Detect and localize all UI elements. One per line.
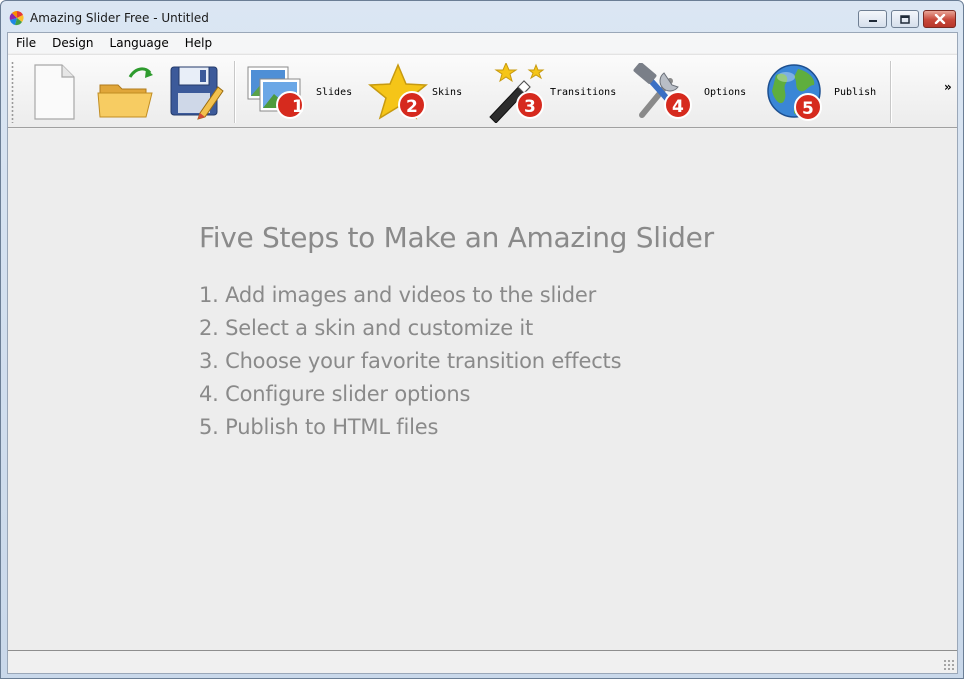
close-icon [934, 14, 945, 24]
skins-button[interactable]: 2 Skins [368, 63, 476, 123]
toolbar-separator [890, 61, 891, 123]
pinwheel-icon [9, 10, 24, 26]
step-badge-4: 4 [672, 97, 684, 117]
publish-label: Publish [834, 87, 877, 98]
menu-help[interactable]: Help [177, 33, 220, 53]
menu-design[interactable]: Design [44, 33, 101, 53]
app-window: Amazing Slider Free - Untitled File Desi… [0, 0, 964, 679]
globe-icon [767, 64, 822, 121]
step-badge-1: 1 [292, 97, 304, 117]
close-button[interactable] [923, 10, 956, 28]
step-badge-2: 2 [406, 97, 418, 117]
open-folder-icon [97, 67, 153, 118]
slides-label: Slides [316, 87, 353, 98]
menu-language[interactable]: Language [102, 33, 177, 53]
maximize-button[interactable] [891, 10, 919, 28]
options-button[interactable]: 4 Options [632, 63, 750, 123]
new-document-icon [34, 64, 75, 120]
list-item: 3. Choose your favorite transition effec… [199, 349, 622, 373]
welcome-heading: Five Steps to Make an Amazing Slider [199, 221, 714, 254]
title-bar[interactable]: Amazing Slider Free - Untitled [1, 1, 963, 34]
tools-icon [633, 63, 692, 119]
skins-label: Skins [432, 87, 463, 98]
step-badge-3: 3 [524, 97, 536, 117]
list-item: 4. Configure slider options [199, 382, 471, 406]
list-item: 2. Select a skin and customize it [199, 316, 534, 340]
step-badge-5: 5 [802, 99, 814, 119]
publish-button[interactable]: 5 Publish [764, 63, 880, 123]
minimize-button[interactable] [858, 10, 887, 28]
toolbar-overflow-chevron[interactable]: » [944, 80, 952, 94]
client-area: File Design Language Help 1 Slides 2 Ski… [7, 32, 958, 674]
toolbar-grip[interactable] [11, 61, 14, 123]
save-button[interactable] [168, 63, 224, 123]
toolbar: 1 Slides 2 Skins 3 Transitions 4 Options… [8, 54, 957, 128]
transitions-button[interactable]: 3 Transitions [484, 63, 620, 123]
magic-wand-icon [489, 63, 545, 123]
open-button[interactable] [96, 63, 156, 123]
menu-file[interactable]: File [8, 33, 44, 53]
transitions-label: Transitions [550, 87, 617, 98]
list-item: 5. Publish to HTML files [199, 415, 439, 439]
options-label: Options [704, 87, 747, 98]
welcome-panel: Five Steps to Make an Amazing Slider 1. … [8, 129, 957, 650]
steps-list: 1. Add images and videos to the slider 2… [199, 279, 622, 444]
status-bar [8, 650, 957, 673]
menu-bar: File Design Language Help [8, 33, 957, 53]
new-button[interactable] [30, 63, 78, 123]
slides-button[interactable]: 1 Slides [246, 63, 356, 123]
toolbar-separator [234, 61, 235, 123]
resize-grip[interactable] [943, 659, 955, 671]
maximize-icon [900, 14, 910, 24]
window-title: Amazing Slider Free - Untitled [30, 11, 209, 25]
save-disk-icon [170, 66, 224, 120]
star-icon [368, 63, 428, 120]
list-item: 1. Add images and videos to the slider [199, 283, 597, 307]
minimize-icon [868, 20, 877, 22]
